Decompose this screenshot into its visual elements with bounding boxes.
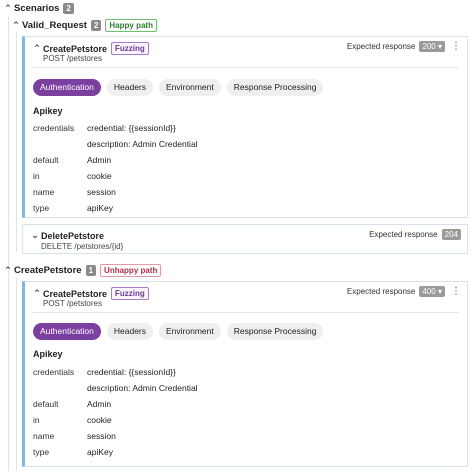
section-title-apikey: Apikey bbox=[33, 349, 63, 359]
scenarios-label: Scenarios bbox=[14, 3, 60, 14]
kebab-menu-icon[interactable]: ⋮ bbox=[451, 286, 461, 297]
divider bbox=[33, 312, 459, 313]
field-value: apiKey bbox=[87, 203, 113, 213]
field-key: in bbox=[33, 415, 40, 425]
scenarios-count-badge: 2 bbox=[63, 3, 74, 14]
tab-authentication[interactable]: Authentication bbox=[33, 323, 101, 340]
chevron-up-icon[interactable]: ⌃ bbox=[2, 3, 14, 14]
expected-response-label: Expected response bbox=[346, 42, 416, 51]
happy-path-tag: Happy path bbox=[105, 19, 157, 32]
expected-response-code: 400 bbox=[422, 287, 436, 296]
field-value: Admin bbox=[87, 155, 112, 165]
field-key: in bbox=[33, 171, 40, 181]
operation-method-path: POST /petstores bbox=[43, 54, 102, 63]
tab-headers[interactable]: Headers bbox=[106, 323, 154, 340]
chevron-up-icon[interactable]: ⌃ bbox=[31, 43, 43, 54]
tab-response-processing[interactable]: Response Processing bbox=[226, 323, 324, 340]
kebab-menu-icon[interactable]: ⋮ bbox=[451, 41, 461, 52]
operation-card-delete-petstore: ⌄ DeletePetstore DELETE /petstores/{id} … bbox=[22, 224, 468, 254]
field-key: name bbox=[33, 187, 55, 197]
tab-environment[interactable]: Environment bbox=[159, 79, 221, 96]
operation-method-path: POST /petstores bbox=[43, 299, 102, 308]
operation-title: DeletePetstore bbox=[41, 230, 105, 241]
operation-card-create-petstore: ⌃ CreatePetstore Fuzzing POST /petstores… bbox=[22, 36, 468, 218]
operation-title: CreatePetstore bbox=[43, 43, 108, 54]
group-count-badge: 1 bbox=[85, 265, 97, 276]
field-key: type bbox=[33, 447, 50, 457]
expected-response-label: Expected response bbox=[369, 230, 438, 239]
operation-title-row[interactable]: ⌄ DeletePetstore bbox=[29, 230, 104, 241]
group-name: Valid_Request bbox=[22, 20, 87, 31]
expected-response: Expected response 200 ▾ ⋮ bbox=[347, 41, 461, 52]
field-value: description: Admin Credential bbox=[87, 139, 198, 149]
tab-bar: Authentication Headers Environment Respo… bbox=[33, 79, 324, 96]
divider bbox=[33, 67, 459, 68]
tab-headers[interactable]: Headers bbox=[106, 79, 154, 96]
field-value: cookie bbox=[87, 171, 112, 181]
field-key: credentials bbox=[33, 123, 75, 133]
tab-response-processing[interactable]: Response Processing bbox=[226, 79, 324, 96]
caret-down-icon: ▾ bbox=[437, 287, 442, 296]
tree-guide-line bbox=[16, 32, 17, 252]
field-value: apiKey bbox=[87, 447, 113, 457]
tab-environment[interactable]: Environment bbox=[159, 323, 221, 340]
operation-method-path: DELETE /petstores/{id} bbox=[41, 242, 124, 251]
section-title-apikey: Apikey bbox=[33, 106, 63, 116]
scenarios-header[interactable]: ⌃ Scenarios 2 bbox=[2, 3, 74, 14]
chevron-up-icon[interactable]: ⌃ bbox=[31, 288, 43, 299]
field-value: session bbox=[87, 187, 116, 197]
field-key: credentials bbox=[33, 367, 75, 377]
field-key: name bbox=[33, 431, 55, 441]
caret-down-icon: ▾ bbox=[437, 42, 442, 51]
fuzzing-tag: Fuzzing bbox=[111, 287, 149, 300]
group-header-create-petstore[interactable]: ⌃ CreatePetstore 1 Unhappy path bbox=[2, 264, 162, 277]
field-value: Admin bbox=[87, 399, 112, 409]
field-value: description: Admin Credential bbox=[87, 383, 198, 393]
field-value: cookie bbox=[87, 415, 112, 425]
field-value: session bbox=[87, 431, 116, 441]
operation-card-create-petstore-unhappy: ⌃ CreatePetstore Fuzzing POST /petstores… bbox=[22, 281, 468, 467]
tree-guide-line bbox=[16, 278, 17, 471]
expected-response-select[interactable]: 200 ▾ bbox=[419, 41, 445, 52]
chevron-up-icon[interactable]: ⌃ bbox=[2, 265, 14, 276]
tab-bar: Authentication Headers Environment Respo… bbox=[33, 323, 324, 340]
unhappy-path-tag: Unhappy path bbox=[100, 264, 162, 277]
fuzzing-tag: Fuzzing bbox=[111, 42, 149, 55]
operation-title: CreatePetstore bbox=[43, 288, 108, 299]
group-header-valid-request[interactable]: ⌃ Valid_Request 2 Happy path bbox=[10, 19, 157, 32]
expected-response-label: Expected response bbox=[346, 287, 416, 296]
chevron-down-icon[interactable]: ⌄ bbox=[29, 230, 41, 241]
group-name: CreatePetstore bbox=[14, 265, 82, 276]
expected-response-code: 200 bbox=[422, 42, 436, 51]
group-count-badge: 2 bbox=[90, 20, 102, 31]
chevron-up-icon[interactable]: ⌃ bbox=[10, 20, 22, 31]
field-key: default bbox=[33, 155, 59, 165]
field-key: default bbox=[33, 399, 59, 409]
tab-authentication[interactable]: Authentication bbox=[33, 79, 101, 96]
field-key: type bbox=[33, 203, 50, 213]
expected-response: Expected response 204 bbox=[369, 229, 461, 240]
expected-response: Expected response 400 ▾ ⋮ bbox=[347, 286, 461, 297]
expected-response-select[interactable]: 400 ▾ bbox=[419, 286, 445, 297]
tree-guide-line bbox=[8, 16, 9, 471]
field-value: credential: {{sessionId}} bbox=[87, 123, 176, 133]
field-value: credential: {{sessionId}} bbox=[87, 367, 176, 377]
expected-response-code[interactable]: 204 bbox=[441, 229, 461, 240]
